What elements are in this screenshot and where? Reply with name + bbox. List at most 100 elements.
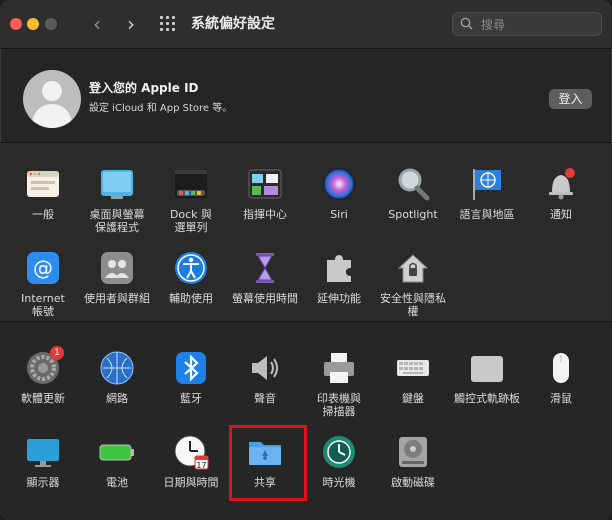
mission-control-icon (247, 166, 283, 202)
pref-item[interactable]: 聲音 (227, 350, 303, 405)
pref-item[interactable]: 桌面與螢幕 保護程式 (79, 166, 155, 234)
pref-item[interactable]: 鍵盤 (375, 350, 451, 405)
pref-item-label: 一般 (32, 208, 54, 221)
apple-id-subtitle: 設定 iCloud 和 App Store 等。 (89, 103, 233, 114)
pref-item[interactable]: 螢幕使用時間 (227, 250, 303, 305)
disk-icon (395, 434, 431, 470)
pref-item-label: 時光機 (322, 476, 356, 489)
pref-item[interactable]: Dock 與選單列 (153, 166, 229, 234)
close-button[interactable] (10, 18, 22, 30)
pref-item[interactable]: 輔助使用 (153, 250, 229, 305)
pref-item[interactable]: 啟動磁碟 (375, 434, 451, 489)
pref-item-label: Dock 與選單列 (169, 208, 213, 234)
search-icon (460, 17, 473, 30)
mouse-icon (543, 350, 579, 386)
pref-item-label: Siri (330, 208, 348, 221)
printer-icon (321, 350, 357, 386)
dock-icon (173, 166, 209, 202)
pref-item[interactable]: 一般 (5, 166, 81, 221)
house-lock-icon (395, 250, 431, 286)
accessibility-icon (173, 250, 209, 286)
pref-item-label: 聲音 (254, 392, 276, 405)
pref-item-label: 使用者與群組 (84, 292, 150, 305)
pref-item-label: 印表機與 掃描器 (317, 392, 361, 418)
pref-item[interactable]: 語言與地區 (449, 166, 525, 221)
pref-item[interactable]: 指揮中心 (227, 166, 303, 221)
pref-item-label: 桌面與螢幕 保護程式 (89, 208, 145, 234)
svg-text:17: 17 (196, 461, 206, 470)
pref-item[interactable]: 1 軟體更新 (5, 346, 81, 405)
bluetooth-icon (173, 350, 209, 386)
pref-item-label: 延伸功能 (317, 292, 361, 305)
pref-item[interactable]: 觸控式軌跡板 (449, 350, 525, 405)
pref-item[interactable]: 藍牙 (153, 350, 229, 405)
minimize-button[interactable] (27, 18, 39, 30)
pref-item[interactable]: 時光機 (301, 434, 377, 489)
pref-item-label: 指揮中心 (243, 208, 287, 221)
pref-item[interactable]: 顯示器 (5, 434, 81, 489)
avatar[interactable] (23, 70, 81, 128)
keyboard-icon (395, 350, 431, 386)
at-icon: @ (25, 250, 61, 286)
pref-item-label: 輔助使用 (169, 292, 213, 305)
trackpad-icon (469, 350, 505, 386)
gear-icon: 1 (25, 346, 64, 386)
show-all-grid-icon[interactable] (160, 16, 178, 32)
time-machine-icon (321, 434, 357, 470)
zoom-button[interactable] (45, 18, 57, 30)
pref-item-label: 日期與時間 (163, 476, 219, 489)
search-input[interactable] (479, 15, 601, 35)
battery-icon (99, 434, 135, 470)
pref-item-label: Spotlight (388, 208, 438, 221)
display-icon (25, 434, 61, 470)
pref-item-label: 網路 (106, 392, 128, 405)
update-badge: 1 (50, 346, 64, 360)
pref-item[interactable]: 使用者與群組 (79, 250, 155, 305)
back-button[interactable]: ‹ (86, 13, 108, 35)
pref-item-label: 觸控式軌跡板 (454, 392, 520, 405)
puzzle-icon (321, 250, 357, 286)
pref-item[interactable]: 17 日期與時間 (153, 434, 229, 489)
globe-icon (99, 350, 135, 386)
language-flag-icon (469, 166, 505, 202)
pref-item-label: 螢幕使用時間 (232, 292, 298, 305)
desktop-icon (99, 166, 135, 202)
pref-item-label: 顯示器 (26, 476, 60, 489)
pref-item-label: 安全性與隱私權 (380, 292, 446, 318)
pref-item[interactable]: 網路 (79, 350, 155, 405)
pref-item[interactable]: 電池 (79, 434, 155, 489)
forward-button[interactable]: › (120, 13, 142, 35)
hourglass-icon (247, 250, 283, 286)
pref-item[interactable]: 滑鼠 (523, 350, 599, 405)
search-field[interactable] (452, 12, 602, 36)
highlight-box (229, 425, 307, 501)
pref-item-label: 啟動磁碟 (391, 476, 435, 489)
bell-icon (543, 166, 579, 202)
pref-item-label: 軟體更新 (21, 392, 65, 405)
login-button[interactable]: 登入 (549, 89, 592, 109)
pref-item[interactable]: 通知 (523, 166, 599, 221)
apple-id-section: 登入您的 Apple ID 設定 iCloud 和 App Store 等。 登… (0, 49, 612, 143)
siri-icon (321, 166, 357, 202)
pref-item[interactable]: 安全性與隱私權 (375, 250, 451, 318)
pref-item-label: 語言與地區 (459, 208, 515, 221)
window-title: 系統偏好設定 (191, 16, 275, 32)
pref-item-label: 藍牙 (180, 392, 202, 405)
titlebar: ‹ › 系統偏好設定 (0, 0, 612, 49)
users-icon (99, 250, 135, 286)
svg-text:@: @ (33, 256, 53, 280)
clock-icon: 17 (173, 434, 209, 470)
pref-item-label: 鍵盤 (402, 392, 424, 405)
pref-item-label: Internet 帳號 (21, 292, 65, 318)
pref-item-label: 通知 (550, 208, 572, 221)
pref-item[interactable]: @ Internet 帳號 (5, 250, 81, 318)
pref-item[interactable]: Siri (301, 166, 377, 221)
speaker-icon (247, 350, 283, 386)
pref-item-label: 滑鼠 (550, 392, 572, 405)
pref-item[interactable]: Spotlight (375, 166, 451, 221)
pref-item[interactable]: 延伸功能 (301, 250, 377, 305)
general-icon (25, 166, 61, 202)
apple-id-title: 登入您的 Apple ID (89, 81, 199, 95)
spotlight-icon (395, 166, 431, 202)
pref-item[interactable]: 印表機與 掃描器 (301, 350, 377, 418)
